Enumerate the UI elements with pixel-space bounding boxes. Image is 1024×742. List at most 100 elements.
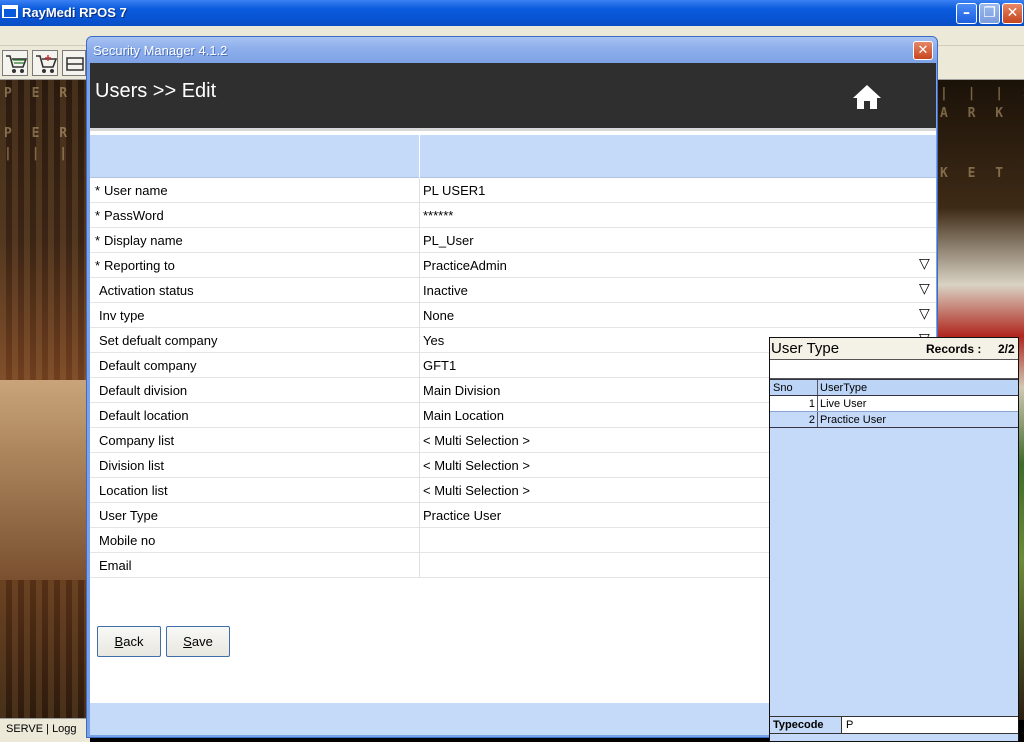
save-button[interactable]: Save [166,626,230,657]
field-label-text: Default location [99,408,189,423]
form-row: Activation status Inactive ▽ [90,278,936,303]
column-divider [419,453,420,478]
field-label-text: Location list [99,483,168,498]
column-divider [419,503,420,528]
typecode-label: Typecode [770,717,842,733]
field-label-text: PassWord [104,208,164,223]
form-row: * User name PL USER1 [90,178,936,203]
field-label-text: Email [99,558,132,573]
field-label: Division list [95,458,415,473]
dropdown-arrow-icon[interactable]: ▽ [919,257,930,271]
wallpaper-sign-text: K E T [940,166,1010,181]
field-label-text: Company list [99,433,175,448]
lookup-rows: 1 Live User 2 Practice User [770,396,1018,428]
app-titlebar: RayMedi RPOS 7 – ❐ ✕ [0,0,1024,26]
wallpaper-sign-text: | | | S U P [940,86,1024,101]
field-label-text: User Type [99,508,159,523]
required-marker: * [95,233,101,248]
column-divider [419,328,420,353]
field-label: Inv type [95,308,415,323]
field-value[interactable]: None [423,308,913,323]
column-divider [419,178,420,203]
field-label-text: User name [104,183,168,198]
form-row: Inv type None ▽ [90,303,936,328]
column-divider [419,378,420,403]
lookup-cell-usertype: Practice User [820,414,887,426]
records-count: 2/2 [998,342,1015,356]
field-value[interactable]: PracticeAdmin [423,258,913,273]
field-label: Company list [95,433,415,448]
lookup-header: User Type Records : 2/2 [770,338,1018,360]
column-header-sno[interactable]: Sno [773,382,815,394]
field-label-text: Mobile no [99,533,156,548]
form-row: * Reporting to PracticeAdmin ▽ [90,253,936,278]
transfer-icon[interactable] [62,50,86,76]
field-value[interactable]: Inactive [423,283,913,298]
lookup-title: User Type [771,340,840,357]
page-header: Users >> Edit [90,63,936,131]
back-button[interactable]: Back [97,626,161,657]
column-divider [817,380,818,395]
breadcrumb: Users >> Edit [95,80,217,102]
required-marker: * [95,258,101,273]
typecode-input[interactable]: P [846,719,853,731]
column-divider [419,253,420,278]
column-divider [817,412,818,427]
field-label-text: Display name [104,233,183,248]
minimize-icon[interactable]: – [956,3,977,24]
user-type-lookup: User Type Records : 2/2 Sno UserType 1 Li… [769,337,1019,742]
dropdown-arrow-icon[interactable]: ▽ [919,307,930,321]
lookup-cell-usertype: Live User [820,398,867,410]
field-label-text: Default division [99,383,188,398]
status-bar: SERVE | Logg [0,718,90,742]
close-icon[interactable]: ✕ [1002,3,1023,24]
app-title: RayMedi RPOS 7 [22,5,127,20]
dialog-title: Security Manager 4.1.2 [93,43,228,58]
app-window-icon [2,5,18,18]
field-label: User Type [95,508,415,523]
field-label: Email [95,558,415,573]
lookup-row[interactable]: 1 Live User [770,396,1018,412]
field-label: * User name [95,183,415,198]
field-value[interactable]: ****** [423,208,913,223]
column-divider [419,428,420,453]
field-label: Activation status [95,283,415,298]
wallpaper-counter [0,380,90,580]
home-icon[interactable] [852,83,882,111]
field-label: Set defualt company [95,333,415,348]
dropdown-arrow-icon[interactable]: ▽ [919,282,930,296]
field-label-text: Activation status [99,283,194,298]
lookup-grid: Sno UserType 1 Live User 2 Practice User [770,379,1018,428]
column-divider [419,278,420,303]
field-label: Default company [95,358,415,373]
column-divider [419,228,420,253]
field-label: Default location [95,408,415,423]
required-marker: * [95,183,101,198]
lookup-row[interactable]: 2 Practice User [770,412,1018,428]
dialog-titlebar[interactable]: Security Manager 4.1.2 ✕ [87,37,937,63]
maximize-icon[interactable]: ❐ [979,3,1000,24]
form-header-band [90,135,936,178]
cart-add-icon[interactable] [32,50,58,76]
field-label: Default division [95,383,415,398]
column-divider [419,528,420,553]
lookup-search-input[interactable] [770,360,1018,379]
cart-icon[interactable] [2,50,28,76]
typecode-field[interactable]: Typecode P [770,716,1018,734]
column-divider [817,396,818,411]
column-divider [419,403,420,428]
column-header-usertype[interactable]: UserType [820,382,867,394]
field-value[interactable]: PL USER1 [423,183,913,198]
wallpaper-sign-text: A R K E T [940,106,1024,121]
column-divider [419,478,420,503]
field-label-text: Reporting to [104,258,175,273]
field-label: Location list [95,483,415,498]
field-value[interactable]: PL_User [423,233,913,248]
column-divider [419,303,420,328]
column-divider [419,135,420,178]
dialog-close-icon[interactable]: ✕ [913,41,933,60]
form-row: * PassWord ****** [90,203,936,228]
field-label: * PassWord [95,208,415,223]
lookup-cell-sno: 1 [808,398,815,410]
field-label: * Reporting to [95,258,415,273]
